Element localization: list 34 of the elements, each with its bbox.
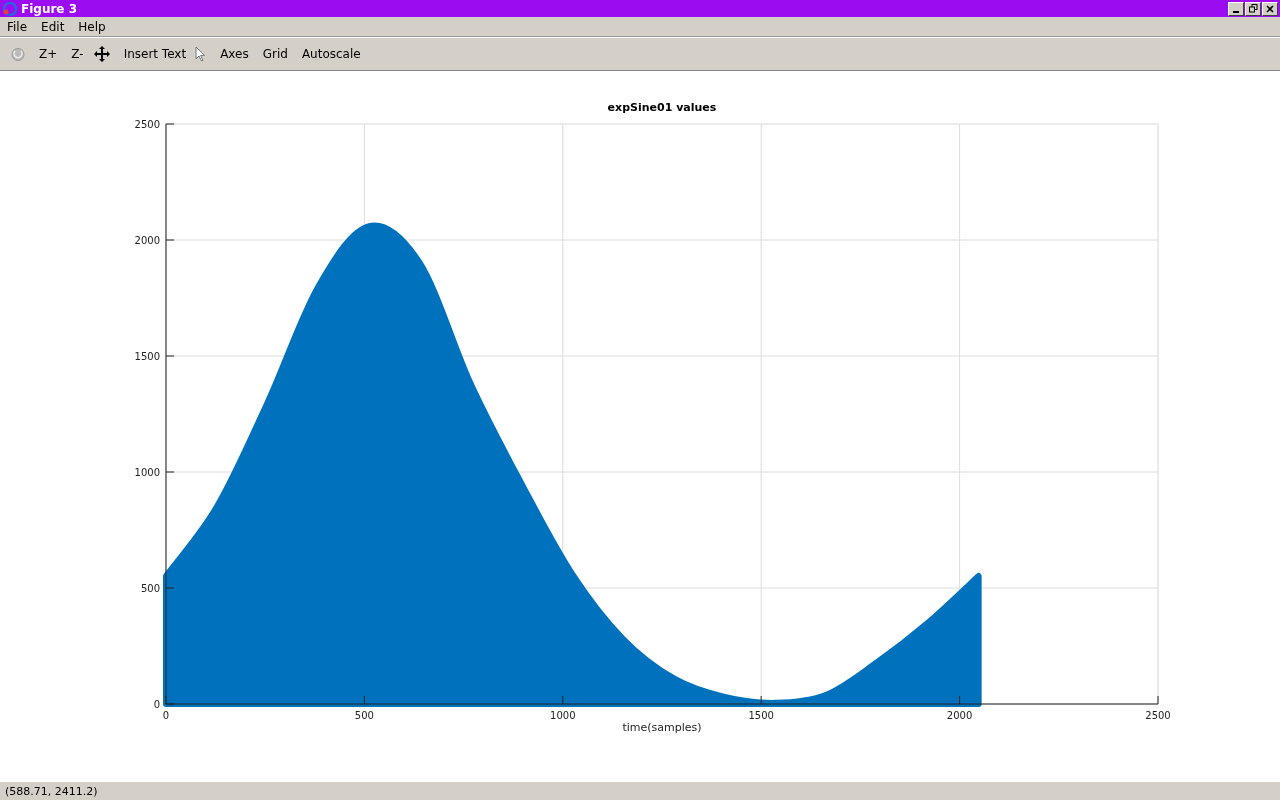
y-tick-label: 1500 xyxy=(134,351,160,362)
menu-item[interactable]: File xyxy=(7,19,28,34)
toolbar-button[interactable]: Insert Text xyxy=(116,45,194,63)
window-title: Figure 3 xyxy=(21,1,79,16)
toolbar-button[interactable]: Z+ xyxy=(32,45,65,63)
x-tick-label: 2500 xyxy=(1145,710,1171,721)
pan-icon[interactable] xyxy=(92,45,111,63)
close-button[interactable] xyxy=(1262,1,1278,16)
x-tick-label: 1500 xyxy=(748,710,774,721)
minimize-button[interactable] xyxy=(1228,1,1244,16)
close-icon xyxy=(1266,4,1274,13)
y-tick-label: 500 xyxy=(140,583,160,594)
menu-item[interactable]: Help xyxy=(78,19,106,34)
x-axis-label: time(samples) xyxy=(622,721,702,734)
y-tick-label: 2500 xyxy=(134,119,160,130)
toolbar-button[interactable]: Z- xyxy=(64,45,91,63)
y-tick-label: 0 xyxy=(153,699,160,710)
minimize-icon xyxy=(1233,10,1239,13)
menu-item[interactable]: Edit xyxy=(41,19,65,34)
x-tick-label: 2000 xyxy=(946,710,973,721)
y-tick-label: 2000 xyxy=(134,235,160,246)
chart-title: expSine01 values xyxy=(607,101,717,114)
restore-button[interactable] xyxy=(1245,1,1261,16)
x-tick-label: 500 xyxy=(354,710,374,721)
cursor-coordinates: (588.71, 2411.2) xyxy=(5,784,98,798)
toolbar-button[interactable]: Autoscale xyxy=(294,45,368,63)
restore-icon xyxy=(1248,4,1258,13)
app-icon xyxy=(2,0,18,17)
toolbar-button[interactable]: Axes xyxy=(213,45,256,63)
pointer-icon[interactable] xyxy=(195,46,208,62)
x-tick-label: 0 xyxy=(162,710,170,721)
toolbar-button[interactable]: Grid xyxy=(255,45,295,63)
y-tick-label: 1000 xyxy=(134,467,160,478)
x-tick-label: 1000 xyxy=(550,710,576,721)
